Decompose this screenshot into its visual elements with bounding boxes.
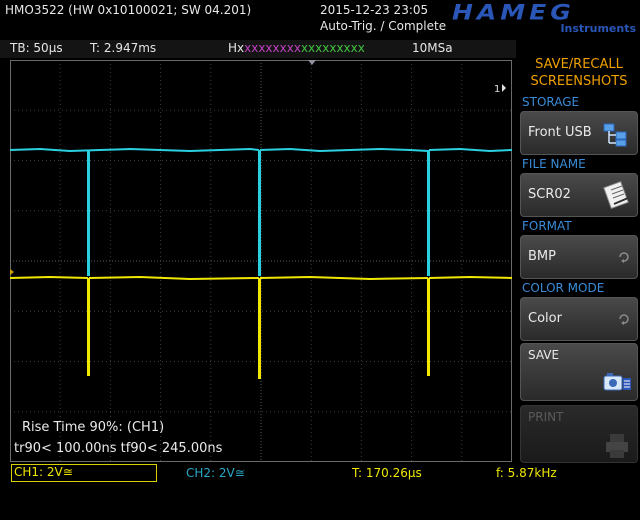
frequency-readout: f: 5.87kHz — [496, 466, 557, 480]
storage-softkey[interactable]: Front USB — [520, 111, 638, 155]
ch2-scale[interactable]: CH2: 2V≅ — [186, 466, 245, 480]
sample-rate-readout: 10MSa — [412, 41, 453, 55]
waveform-display: 1 — [10, 60, 512, 462]
svg-text:1: 1 — [494, 84, 500, 95]
brand-subtitle: Instruments — [560, 22, 636, 35]
save-label: SAVE — [528, 348, 560, 362]
timebase-readout[interactable]: TB: 50µs — [10, 41, 63, 55]
camera-icon — [603, 373, 631, 391]
status-bar: CH1: 2V≅ CH2: 2V≅ T: 170.26µs f: 5.87kHz — [0, 463, 640, 485]
color-mode-value: Color — [528, 311, 562, 326]
menu-title-line2: SCREENSHOTS — [530, 74, 628, 89]
top-bar: HMO3522 (HW 0x10100021; SW 04.201) 2015-… — [0, 0, 640, 40]
format-value: BMP — [528, 249, 556, 264]
rise-time-values: tr90< 100.00ns tf90< 245.00ns — [14, 441, 223, 456]
file-name-value: SCR02 — [528, 187, 571, 202]
brand-logo: HAMEG Instruments — [452, 0, 638, 38]
ch1-status[interactable]: CH1: 2V≅ — [11, 464, 157, 482]
save-softkey[interactable]: SAVE — [520, 343, 638, 401]
print-label: PRINT — [528, 410, 564, 424]
trigger-status: Auto-Trig. / Complete — [320, 19, 447, 33]
cycle-icon — [619, 314, 629, 325]
device-id: HMO3522 (HW 0x10100021; SW 04.201) — [5, 3, 252, 17]
menu-title: SAVE/RECALL SCREENSHOTS — [519, 56, 639, 90]
cycle-icon — [619, 252, 629, 263]
format-softkey[interactable]: BMP — [520, 235, 638, 279]
edit-document-icon — [603, 180, 629, 210]
printer-icon — [606, 434, 628, 458]
storage-value: Front USB — [528, 125, 592, 140]
datetime: 2015-12-23 23:05 — [320, 3, 429, 17]
brand-name: HAMEG — [452, 0, 575, 25]
rise-time-title: Rise Time 90%: (CH1) — [22, 420, 165, 435]
color-mode-softkey[interactable]: Color — [520, 297, 638, 341]
info-bar: TB: 50µs T: 2.947ms Hxxxxxxxxxxxxxxxxxx … — [0, 40, 516, 58]
format-label: FORMAT — [522, 219, 572, 233]
storage-label: STORAGE — [522, 95, 580, 109]
horizontal-position-indicator: Hxxxxxxxxxxxxxxxxxx — [228, 41, 365, 55]
trigger-position-readout[interactable]: T: 2.947ms — [90, 41, 156, 55]
print-softkey[interactable]: PRINT — [520, 405, 638, 463]
period-readout: T: 170.26µs — [352, 466, 422, 480]
color-mode-label: COLOR MODE — [522, 281, 605, 295]
file-name-softkey[interactable]: SCR02 — [520, 173, 638, 217]
menu-title-line1: SAVE/RECALL — [535, 57, 623, 72]
file-name-label: FILE NAME — [522, 157, 586, 171]
ch1-scale: CH1: 2V≅ — [14, 465, 73, 479]
usb-folder-icon — [603, 123, 627, 147]
